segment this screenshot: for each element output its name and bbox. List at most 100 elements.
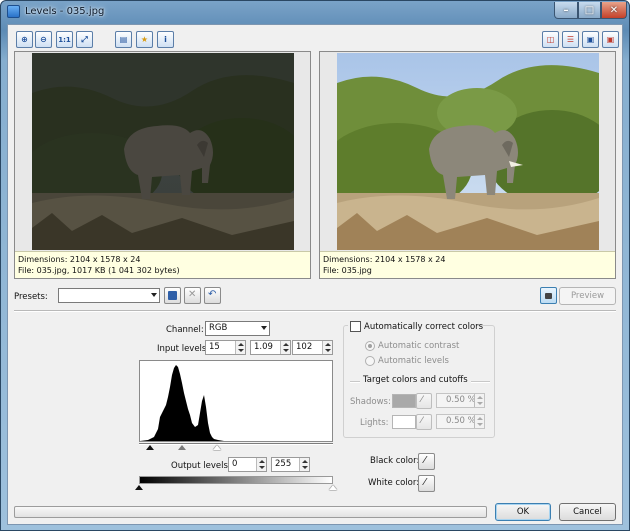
output-gradient-bar[interactable]	[139, 476, 333, 484]
white-color-eyedropper-button[interactable]: ⁄	[418, 475, 435, 492]
result-photo[interactable]	[337, 53, 599, 250]
spinner-buttons[interactable]	[474, 394, 484, 407]
channel-value: RGB	[209, 323, 228, 333]
histogram	[139, 360, 333, 442]
close-icon: ✕	[609, 4, 619, 16]
spinner-buttons[interactable]	[280, 341, 290, 354]
arrow-up-icon	[325, 343, 331, 346]
lock-icon	[545, 293, 552, 299]
presets-label: Presets:	[14, 292, 48, 302]
shadows-label: Shadows:	[350, 397, 391, 407]
zoom-out-button[interactable]: ⊖	[35, 31, 52, 48]
highlight-button[interactable]: ★	[136, 31, 153, 48]
input-white-value: 102	[296, 342, 313, 352]
preview-button[interactable]: Preview	[559, 287, 616, 305]
output-high-value: 255	[275, 459, 292, 469]
zoom-in-button[interactable]: ⊕	[16, 31, 33, 48]
shadows-cutoff-spinner[interactable]: 0.50 %	[436, 393, 485, 408]
shadows-cutoff-value: 0.50 %	[446, 395, 476, 405]
info-button[interactable]: i	[157, 31, 174, 48]
spinner-buttons[interactable]	[235, 341, 245, 354]
spinner-buttons[interactable]	[474, 415, 484, 428]
ok-button[interactable]: OK	[495, 503, 551, 521]
original-photo[interactable]	[32, 53, 294, 250]
original-preview-panel: Dimensions: 2104 x 1578 x 24 File: 035.j…	[14, 51, 311, 279]
black-color-eyedropper-button[interactable]: ⁄	[418, 453, 435, 470]
lock-preview-toggle[interactable]	[540, 287, 557, 304]
lights-eyedropper-button[interactable]: ⁄	[416, 414, 432, 430]
info-icon: i	[164, 35, 167, 44]
output-levels-label: Output levels:	[171, 461, 231, 471]
input-levels-label: Input levels:	[157, 344, 210, 354]
spinner-buttons[interactable]	[299, 458, 309, 471]
arrow-down-icon	[259, 466, 265, 469]
input-gamma-spinner[interactable]: 1.09	[250, 340, 291, 355]
channel-label: Channel:	[166, 325, 204, 335]
lights-color-swatch[interactable]	[392, 415, 416, 429]
automatic-contrast-radio[interactable]	[365, 341, 375, 351]
lights-cutoff-spinner[interactable]: 0.50 %	[436, 414, 485, 429]
auto-correct-checkbox[interactable]	[350, 321, 361, 332]
title-bar[interactable]: Levels - 035.jpg – □ ✕	[1, 1, 629, 23]
original-dimensions-text: Dimensions: 2104 x 1578 x 24	[18, 255, 141, 264]
zoom-in-icon: ⊕	[21, 35, 28, 44]
automatic-contrast-label[interactable]: Automatic contrast	[378, 341, 459, 351]
eyedropper-icon: ⁄	[424, 455, 426, 466]
star-icon: ★	[140, 35, 149, 44]
automatic-levels-radio[interactable]	[365, 356, 375, 366]
single-result-view-button[interactable]: ▣	[602, 31, 619, 48]
single-view-button[interactable]: ▣	[582, 31, 599, 48]
reset-button[interactable]: ↶	[204, 287, 221, 304]
result-preview-panel: Dimensions: 2104 x 1578 x 24 File: 035.j…	[319, 51, 616, 279]
input-slider-track[interactable]	[139, 443, 333, 445]
output-low-spinner[interactable]: 0	[228, 457, 267, 472]
channel-combo[interactable]: RGB	[205, 321, 270, 336]
result-dimensions-text: Dimensions: 2104 x 1578 x 24	[323, 255, 446, 264]
output-low-handle[interactable]	[135, 485, 143, 490]
window-title: Levels - 035.jpg	[25, 6, 105, 17]
input-black-spinner[interactable]: 15	[205, 340, 246, 355]
automatic-levels-label[interactable]: Automatic levels	[378, 356, 449, 366]
output-high-handle[interactable]	[329, 485, 337, 490]
chevron-down-icon	[151, 293, 157, 297]
shadows-color-swatch[interactable]	[392, 394, 416, 408]
original-info-bar: Dimensions: 2104 x 1578 x 24 File: 035.j…	[15, 251, 310, 278]
delete-icon: ✕	[188, 289, 197, 300]
actual-size-icon: 1:1	[58, 35, 71, 44]
cancel-button[interactable]: Cancel	[559, 503, 616, 521]
arrow-down-icon	[477, 423, 483, 426]
output-high-spinner[interactable]: 255	[271, 457, 310, 472]
fit-to-window-button[interactable]: ⤢	[76, 31, 93, 48]
image-icon: ▤	[119, 35, 128, 44]
separator	[14, 310, 616, 312]
arrow-down-icon	[325, 349, 331, 352]
input-white-handle[interactable]	[212, 445, 221, 450]
presets-combo[interactable]	[58, 288, 160, 303]
input-black-value: 15	[209, 342, 220, 352]
lights-cutoff-value: 0.50 %	[446, 416, 476, 426]
single-view-icon: ▣	[586, 35, 595, 44]
split-horizontal-button[interactable]: ☰	[562, 31, 579, 48]
delete-preset-button[interactable]: ✕	[184, 287, 201, 304]
split-vertical-button[interactable]: ◫	[542, 31, 559, 48]
arrow-up-icon	[477, 396, 483, 399]
close-button[interactable]: ✕	[601, 2, 627, 19]
maximize-icon: □	[584, 4, 595, 16]
input-white-spinner[interactable]: 102	[292, 340, 333, 355]
spinner-buttons[interactable]	[256, 458, 266, 471]
spinner-buttons[interactable]	[322, 341, 332, 354]
levels-window: Levels - 035.jpg – □ ✕ ⊕ ⊖ 1:1 ⤢ ▤ ★ i ◫…	[0, 0, 630, 531]
split-vertical-icon: ◫	[546, 35, 555, 44]
show-original-button[interactable]: ▤	[115, 31, 132, 48]
output-low-value: 0	[232, 459, 238, 469]
white-color-label: White color:	[368, 478, 420, 488]
maximize-button[interactable]: □	[578, 2, 601, 19]
result-info-bar: Dimensions: 2104 x 1578 x 24 File: 035.j…	[320, 251, 615, 278]
zoom-actual-size-button[interactable]: 1:1	[56, 31, 73, 48]
shadows-eyedropper-button[interactable]: ⁄	[416, 393, 432, 409]
auto-correct-label[interactable]: Automatically correct colors	[364, 322, 483, 332]
save-preset-button[interactable]	[164, 287, 181, 304]
minimize-button[interactable]: –	[554, 2, 578, 19]
input-black-handle[interactable]	[146, 445, 155, 450]
input-gamma-handle[interactable]	[177, 445, 186, 450]
